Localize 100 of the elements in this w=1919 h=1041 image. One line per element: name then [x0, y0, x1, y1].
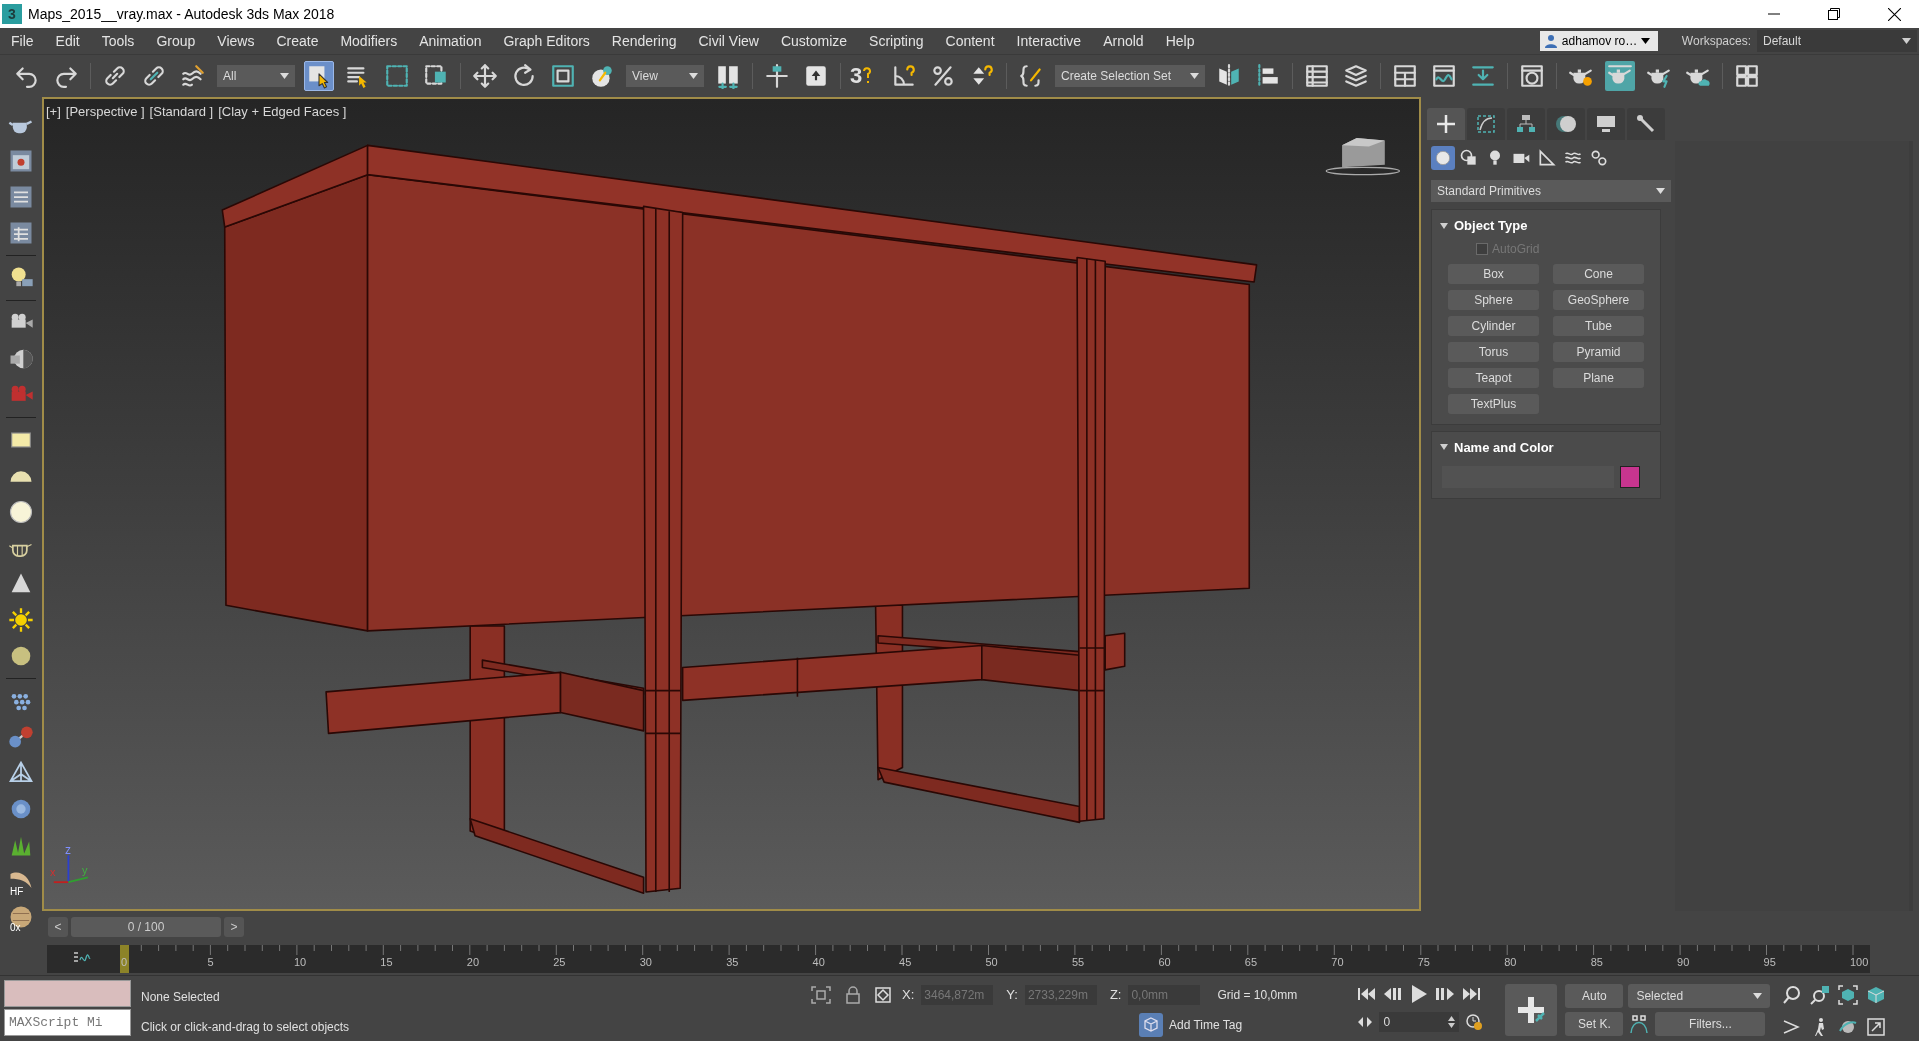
time-slider[interactable]: 0 / 100: [71, 916, 221, 937]
category-dropdown[interactable]: Standard Primitives: [1431, 180, 1671, 202]
key-mode-icon[interactable]: [1357, 1016, 1374, 1028]
time-tag-icon[interactable]: [1139, 1013, 1163, 1037]
viewcube-drawing[interactable]: [1325, 138, 1401, 176]
primitive-button[interactable]: Torus: [1448, 341, 1539, 362]
track-bar[interactable]: 0 5 10 15 20 25 30 35 40 45 50 55 60 65 70 75 80 85 90 95 100: [47, 945, 1870, 973]
primitive-button[interactable]: Cylinder: [1448, 315, 1539, 336]
menu-item[interactable]: Civil View: [687, 30, 770, 52]
menu-item[interactable]: Group: [145, 30, 207, 52]
command-panel-tab[interactable]: [1507, 108, 1545, 140]
rollout-title[interactable]: Object Type: [1454, 216, 1528, 236]
download-icon[interactable]: [1470, 63, 1496, 89]
viewport[interactable]: [+] [Perspective ] [Standard ] [Clay + Edged Faces ] z x y: [42, 97, 1421, 911]
previous-frame-button[interactable]: <: [48, 916, 68, 937]
mirror-icon[interactable]: [1216, 63, 1242, 89]
menu-item[interactable]: Arnold: [1092, 30, 1155, 52]
last-frame-icon[interactable]: [1461, 986, 1482, 1002]
zoom-extents-icon[interactable]: [1838, 985, 1859, 1005]
primitive-button[interactable]: Cone: [1553, 263, 1644, 284]
viewport-menu-label[interactable]: [Clay + Edged Faces ]: [218, 102, 347, 122]
braces-icon[interactable]: [1018, 63, 1044, 89]
glowing-circle-icon[interactable]: [7, 498, 35, 526]
upload-icon[interactable]: [803, 63, 829, 89]
primitive-button[interactable]: Pyramid: [1553, 341, 1644, 362]
menu-item[interactable]: Edit: [44, 30, 91, 52]
account-dropdown[interactable]: adhamov ro…: [1539, 31, 1658, 51]
next-key-icon[interactable]: [1435, 986, 1456, 1002]
time-configuration-icon[interactable]: [1465, 1013, 1484, 1031]
wave-link-icon[interactable]: [180, 63, 206, 89]
move-icon[interactable]: [472, 63, 498, 89]
primitive-button[interactable]: Plane: [1553, 367, 1644, 388]
dashed-square-icon[interactable]: [384, 63, 410, 89]
primitive-button[interactable]: TextPlus: [1448, 393, 1539, 414]
color-swatch[interactable]: [1620, 466, 1640, 488]
zoom-icon[interactable]: [1782, 985, 1803, 1005]
menu-item[interactable]: Views: [206, 30, 266, 52]
menu-item[interactable]: Content: [934, 30, 1006, 52]
restore-icon[interactable]: [1828, 8, 1840, 20]
viewport-menu-label[interactable]: [+]: [46, 102, 61, 122]
cube-icon[interactable]: [1866, 985, 1887, 1005]
maxscript-field[interactable]: MAXScript Mi: [4, 1009, 131, 1036]
collapse-triangle-icon[interactable]: [1440, 221, 1448, 230]
menu-item[interactable]: File: [0, 30, 45, 52]
command-panel-tab[interactable]: [1587, 108, 1625, 140]
collapse-triangle-icon[interactable]: [1440, 443, 1448, 452]
unlink-icon[interactable]: [141, 63, 167, 89]
rollout-title[interactable]: Name and Color: [1454, 437, 1554, 457]
scale-icon[interactable]: [550, 63, 576, 89]
primitive-button[interactable]: Box: [1448, 263, 1539, 284]
auto-key-button[interactable]: Auto: [1565, 984, 1624, 1008]
next-frame-button[interactable]: >: [224, 916, 244, 937]
toolbar-dropdown[interactable]: Create Selection Set: [1055, 65, 1205, 87]
sphere-pin-icon[interactable]: [589, 63, 615, 89]
hair-button[interactable]: HF: [7, 867, 35, 895]
menu-item[interactable]: Modifiers: [329, 30, 409, 52]
command-panel-tab[interactable]: [1467, 108, 1505, 140]
key-filter-dropdown[interactable]: Selected: [1628, 984, 1771, 1008]
menu-item[interactable]: Create: [265, 30, 330, 52]
menu-item[interactable]: Graph Editors: [492, 30, 601, 52]
first-frame-icon[interactable]: [1357, 986, 1378, 1002]
rotate-icon[interactable]: [511, 63, 537, 89]
previous-key-icon[interactable]: [1383, 986, 1404, 1002]
primitive-button[interactable]: Sphere: [1448, 289, 1539, 310]
crosshair-icon[interactable]: [764, 63, 790, 89]
add-time-tag-link[interactable]: Add Time Tag: [1169, 1016, 1243, 1034]
menu-item[interactable]: Tools: [90, 30, 146, 52]
menu-item[interactable]: Interactive: [1005, 30, 1093, 52]
layers-icon[interactable]: [1343, 63, 1369, 89]
viewport-menu-label[interactable]: [Perspective ]: [65, 102, 145, 122]
menu-item[interactable]: Rendering: [600, 30, 688, 52]
percent-snap-icon[interactable]: [930, 63, 956, 89]
tiles-icon[interactable]: [1734, 63, 1760, 89]
menu-item[interactable]: Customize: [769, 30, 859, 52]
set-key-mode-button[interactable]: Set K.: [1565, 1012, 1624, 1036]
time-marker[interactable]: [120, 945, 129, 973]
primitive-button[interactable]: Tube: [1553, 315, 1644, 336]
workspace-dropdown[interactable]: Default: [1757, 30, 1917, 52]
close-icon[interactable]: [1888, 7, 1901, 21]
set-key-button[interactable]: [1505, 984, 1558, 1036]
primitive-button[interactable]: Teapot: [1448, 367, 1539, 388]
menu-item[interactable]: Help: [1154, 30, 1206, 52]
pivot-icon[interactable]: [715, 63, 741, 89]
category-button[interactable]: [1431, 146, 1455, 170]
curve-editor-icon[interactable]: [73, 950, 91, 964]
menu-item[interactable]: Scripting: [858, 30, 935, 52]
curve-window-icon[interactable]: [1431, 63, 1457, 89]
angle-snap-icon[interactable]: [891, 63, 917, 89]
frame-spinner[interactable]: 0: [1379, 1012, 1460, 1032]
command-panel-tab[interactable]: [1627, 108, 1665, 140]
command-panel-tab[interactable]: [1427, 108, 1465, 140]
align-icon[interactable]: [1255, 63, 1281, 89]
filters-button[interactable]: Filters...: [1655, 1012, 1766, 1036]
maximize-icon[interactable]: [1866, 1017, 1887, 1037]
material-window-icon[interactable]: [1519, 63, 1545, 89]
spinner-arrows-icon[interactable]: [1448, 1016, 1456, 1028]
menu-item[interactable]: Animation: [408, 30, 493, 52]
toolbar-dropdown[interactable]: View: [626, 65, 704, 87]
lock-icon[interactable]: [846, 986, 860, 1004]
toolbar-dropdown[interactable]: All: [217, 65, 295, 87]
